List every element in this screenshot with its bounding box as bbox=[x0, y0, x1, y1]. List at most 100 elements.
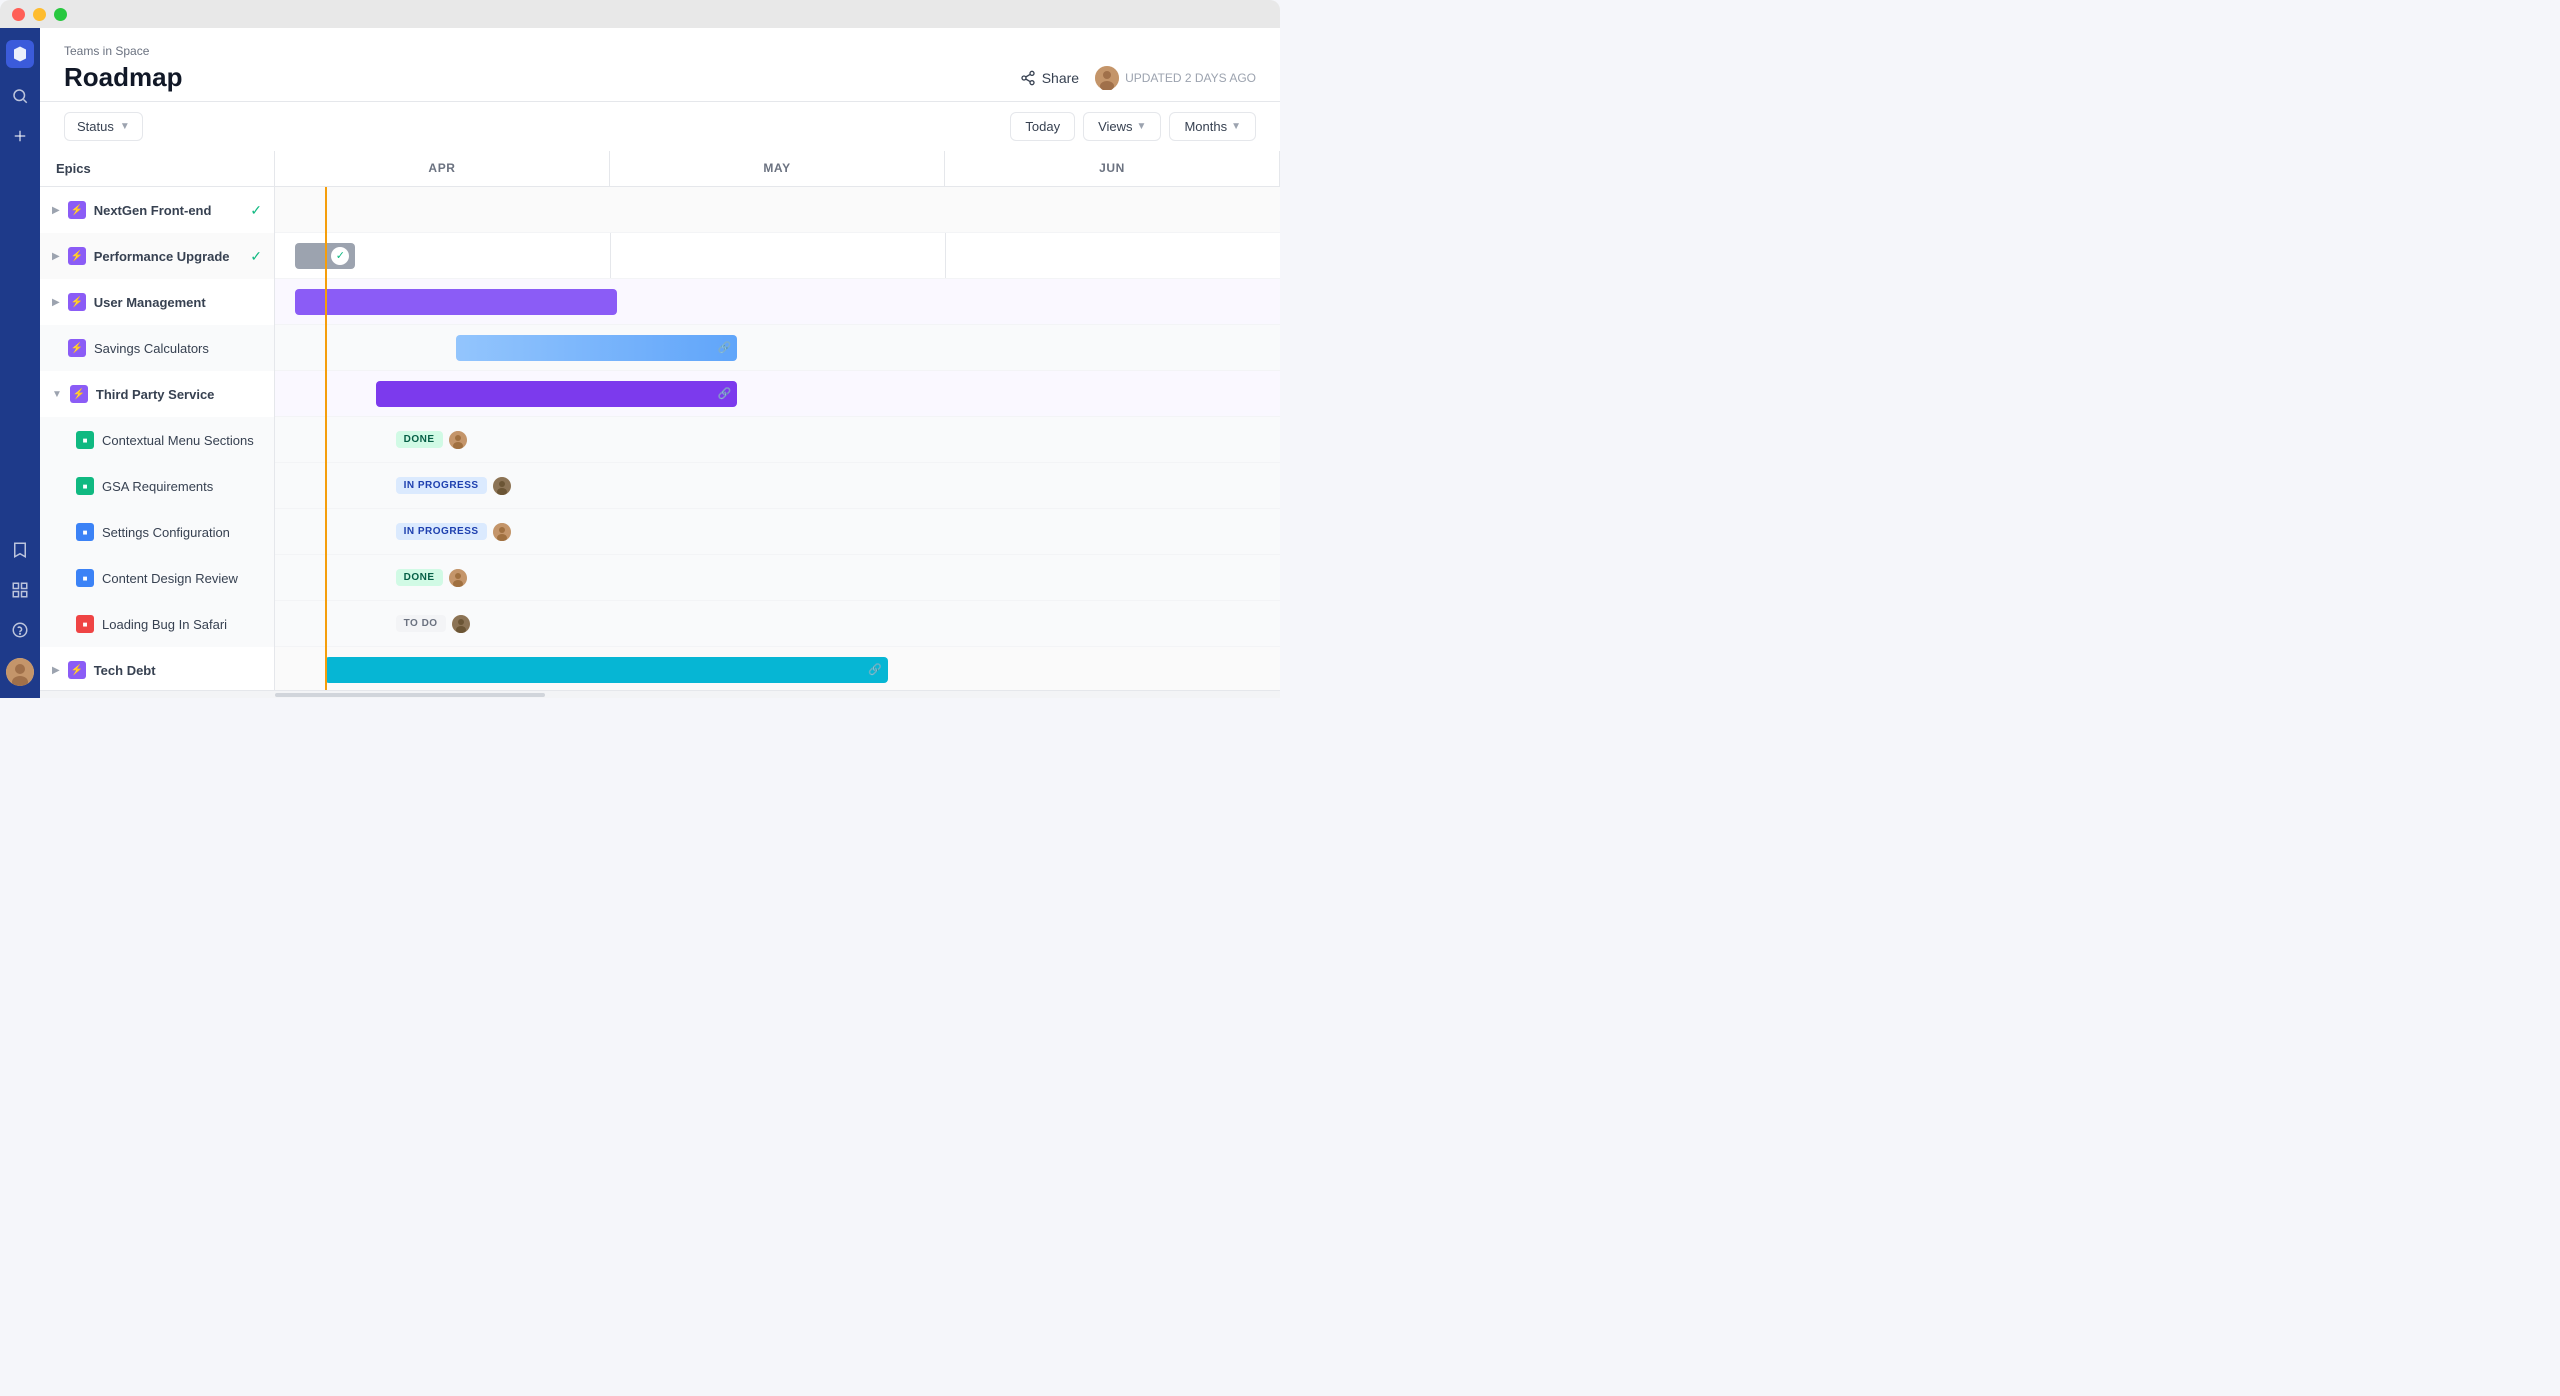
status-area-content-review: DONE bbox=[396, 569, 467, 587]
status-filter-label: Status bbox=[77, 119, 114, 134]
bar-tech-debt[interactable]: 🔗 bbox=[325, 657, 888, 683]
badge-content-review-done: DONE bbox=[396, 569, 443, 586]
icon-performance-upgrade: ⚡ bbox=[68, 247, 86, 265]
expand-performance-upgrade[interactable]: ▶ bbox=[52, 251, 60, 262]
months-button[interactable]: Months ▼ bbox=[1169, 112, 1256, 141]
sidebar-help-icon[interactable] bbox=[8, 618, 32, 642]
share-label: Share bbox=[1042, 70, 1079, 86]
icon-tech-debt: ⚡ bbox=[68, 661, 86, 679]
today-button[interactable]: Today bbox=[1010, 112, 1075, 141]
icon-user-management: ⚡ bbox=[68, 293, 86, 311]
sidebar-add-icon[interactable] bbox=[8, 124, 32, 148]
bar-savings-calculators[interactable]: 🔗 bbox=[456, 335, 737, 361]
months-label: Months bbox=[1184, 119, 1227, 134]
icon-gsa-requirements: ■ bbox=[76, 477, 94, 495]
sidebar-search-icon[interactable] bbox=[8, 84, 32, 108]
expand-third-party-service[interactable]: ▼ bbox=[52, 389, 62, 400]
label-tech-debt: Tech Debt bbox=[94, 663, 262, 678]
link-icon-tech-debt: 🔗 bbox=[868, 663, 882, 676]
row-label-nextgen-frontend[interactable]: ▶ ⚡ NextGen Front-end ✓ bbox=[40, 187, 275, 233]
expand-nextgen-frontend[interactable]: ▶ bbox=[52, 205, 60, 216]
month-apr: APR bbox=[275, 151, 610, 186]
status-area-settings: IN PROGRESS bbox=[396, 523, 511, 541]
share-icon bbox=[1020, 70, 1036, 86]
chart-row-content-design-review: DONE bbox=[275, 555, 1280, 601]
row-label-third-party-service[interactable]: ▼ ⚡ Third Party Service bbox=[40, 371, 275, 417]
row-label-savings-calculators[interactable]: ⚡ Savings Calculators bbox=[40, 325, 275, 371]
gantt-container: Epics APR MAY JUN ▶ ⚡ NextGen Front-end … bbox=[40, 151, 1280, 698]
sidebar-bookmark-icon[interactable] bbox=[8, 538, 32, 562]
chart-row-settings-configuration: IN PROGRESS bbox=[275, 509, 1280, 555]
icon-contextual-menu: ■ bbox=[76, 431, 94, 449]
share-button[interactable]: Share bbox=[1020, 70, 1079, 86]
link-icon-savings: 🔗 bbox=[718, 341, 732, 354]
badge-contextual-done: DONE bbox=[396, 431, 443, 448]
badge-loading-bug-todo: TO DO bbox=[396, 615, 446, 632]
bar-third-party-service[interactable]: 🔗 bbox=[376, 381, 738, 407]
app-logo[interactable] bbox=[6, 40, 34, 68]
main-content: Teams in Space Roadmap Share UPDATED 2 D… bbox=[40, 28, 1280, 698]
horizontal-scrollbar[interactable] bbox=[40, 690, 1280, 698]
avatar-gsa bbox=[493, 477, 511, 495]
label-loading-bug: Loading Bug In Safari bbox=[102, 617, 262, 632]
timeline-header: APR MAY JUN bbox=[275, 151, 1280, 186]
header-actions: Share UPDATED 2 DAYS AGO bbox=[1020, 66, 1256, 90]
chart-row-savings-calculators: 🔗 bbox=[275, 325, 1280, 371]
minimize-btn[interactable] bbox=[33, 8, 46, 21]
months-chevron: ▼ bbox=[1231, 121, 1241, 132]
chart-row-third-party-service: 🔗 bbox=[275, 371, 1280, 417]
expand-user-management[interactable]: ▶ bbox=[52, 297, 60, 308]
expand-tech-debt[interactable]: ▶ bbox=[52, 665, 60, 676]
status-area-contextual: DONE bbox=[396, 431, 467, 449]
icon-content-design-review: ■ bbox=[76, 569, 94, 587]
row-label-contextual-menu[interactable]: ■ Contextual Menu Sections bbox=[40, 417, 275, 463]
user-avatar-sidebar[interactable] bbox=[6, 658, 34, 686]
check-performance-upgrade: ✓ bbox=[250, 248, 262, 265]
row-label-content-design-review[interactable]: ■ Content Design Review bbox=[40, 555, 275, 601]
row-label-user-management[interactable]: ▶ ⚡ User Management bbox=[40, 279, 275, 325]
epics-column: ▶ ⚡ NextGen Front-end ✓ ▶ ⚡ Performance … bbox=[40, 187, 275, 690]
gantt-header: Epics APR MAY JUN bbox=[40, 151, 1280, 187]
icon-savings-calculators: ⚡ bbox=[68, 339, 86, 357]
avatar-settings bbox=[493, 523, 511, 541]
sidebar-grid-icon[interactable] bbox=[8, 578, 32, 602]
updater-avatar bbox=[1095, 66, 1119, 90]
close-btn[interactable] bbox=[12, 8, 25, 21]
chart-row-tech-debt: 🔗 bbox=[275, 647, 1280, 690]
bar-user-management[interactable] bbox=[295, 289, 617, 315]
status-area-gsa: IN PROGRESS bbox=[396, 477, 511, 495]
row-label-tech-debt[interactable]: ▶ ⚡ Tech Debt bbox=[40, 647, 275, 690]
updated-label: UPDATED 2 DAYS AGO bbox=[1125, 71, 1256, 85]
check-nextgen-frontend: ✓ bbox=[250, 202, 262, 219]
maximize-btn[interactable] bbox=[54, 8, 67, 21]
views-chevron: ▼ bbox=[1137, 121, 1147, 132]
views-label: Views bbox=[1098, 119, 1132, 134]
app-container: Teams in Space Roadmap Share UPDATED 2 D… bbox=[0, 28, 1280, 698]
chart-row-performance-upgrade: ✓ bbox=[275, 233, 1280, 279]
gantt-toolbar: Status ▼ Today Views ▼ Months ▼ bbox=[40, 102, 1280, 151]
avatar-loading-bug bbox=[452, 615, 470, 633]
chart-row-contextual-menu: DONE bbox=[275, 417, 1280, 463]
epics-column-header: Epics bbox=[40, 151, 275, 186]
status-filter-button[interactable]: Status ▼ bbox=[64, 112, 143, 141]
label-nextgen-frontend: NextGen Front-end bbox=[94, 203, 243, 218]
gantt-body: ▶ ⚡ NextGen Front-end ✓ ▶ ⚡ Performance … bbox=[40, 187, 1280, 690]
badge-gsa-inprogress: IN PROGRESS bbox=[396, 477, 487, 494]
bar-check-icon: ✓ bbox=[331, 247, 349, 265]
label-savings-calculators: Savings Calculators bbox=[94, 341, 262, 356]
toolbar-left: Status ▼ bbox=[64, 112, 143, 141]
views-button[interactable]: Views ▼ bbox=[1083, 112, 1161, 141]
avatar-content-review bbox=[449, 569, 467, 587]
row-label-loading-bug[interactable]: ■ Loading Bug In Safari bbox=[40, 601, 275, 647]
icon-settings-configuration: ■ bbox=[76, 523, 94, 541]
logo-icon bbox=[11, 45, 29, 63]
row-label-settings-configuration[interactable]: ■ Settings Configuration bbox=[40, 509, 275, 555]
row-label-gsa-requirements[interactable]: ■ GSA Requirements bbox=[40, 463, 275, 509]
link-icon-third-party: 🔗 bbox=[718, 387, 732, 400]
toolbar-right: Today Views ▼ Months ▼ bbox=[1010, 112, 1256, 141]
chart-row-nextgen-frontend bbox=[275, 187, 1280, 233]
month-may: MAY bbox=[610, 151, 945, 186]
row-label-performance-upgrade[interactable]: ▶ ⚡ Performance Upgrade ✓ bbox=[40, 233, 275, 279]
icon-third-party-service: ⚡ bbox=[70, 385, 88, 403]
page-title-row: Roadmap Share UPDATED 2 DAYS AGO bbox=[64, 62, 1256, 93]
